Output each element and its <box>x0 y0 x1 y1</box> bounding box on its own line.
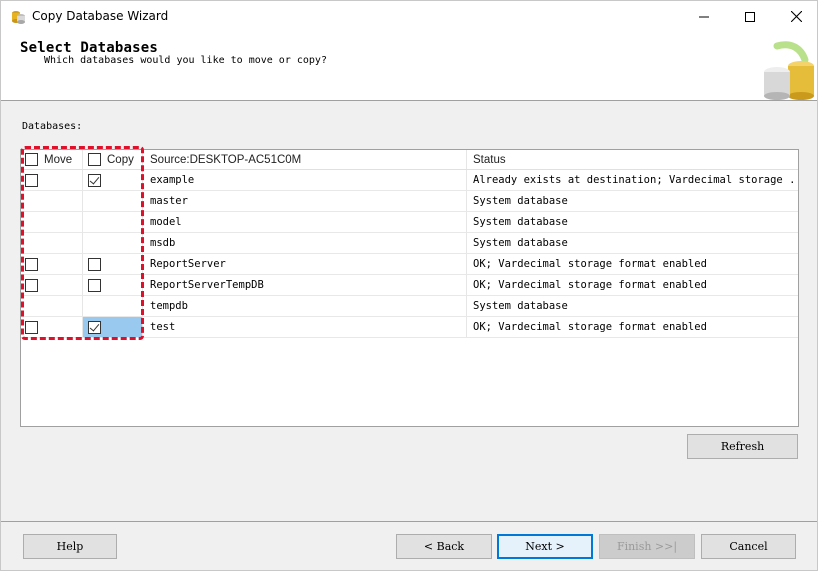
database-name-cell: example <box>143 170 467 190</box>
database-row[interactable]: msdb System database <box>21 233 798 254</box>
help-button[interactable]: Help <box>23 534 117 559</box>
page-subtitle: Which databases would you like to move o… <box>44 55 327 66</box>
copy-column-label: Copy <box>107 153 134 166</box>
database-row[interactable]: ReportServerTempDB OK; Vardecimal storag… <box>21 275 798 296</box>
database-name-cell: tempdb <box>143 296 467 316</box>
status-cell: System database <box>467 233 798 253</box>
move-checkbox[interactable] <box>25 257 38 271</box>
move-cell <box>21 212 83 232</box>
database-row[interactable]: ReportServer OK; Vardecimal storage form… <box>21 254 798 275</box>
copy-cell[interactable] <box>83 254 143 274</box>
maximize-icon <box>745 11 755 22</box>
copy-cell <box>83 212 143 232</box>
source-column-header[interactable]: Source:DESKTOP-AC51C0M <box>143 150 467 169</box>
next-button[interactable]: Next > <box>497 534 593 559</box>
minimize-icon <box>699 16 709 17</box>
copy-cell <box>83 233 143 253</box>
database-status: System database <box>473 237 568 249</box>
move-column-header[interactable]: Move <box>21 150 83 169</box>
database-row[interactable]: test OK; Vardecimal storage format enabl… <box>21 317 798 338</box>
copy-all-checkbox[interactable] <box>88 153 101 166</box>
database-name: master <box>150 195 188 207</box>
database-wizard-icon <box>12 11 25 24</box>
copy-cell <box>83 191 143 211</box>
move-cell[interactable] <box>21 170 83 190</box>
database-name: test <box>150 321 176 333</box>
back-button[interactable]: < Back <box>396 534 492 559</box>
database-status: OK; Vardecimal storage format enabled <box>473 258 707 270</box>
database-row[interactable]: example Already exists at destination; V… <box>21 170 798 191</box>
copy-column-header[interactable]: Copy <box>83 150 143 169</box>
copy-database-wizard-window: Copy Database Wizard Select Databases Wh… <box>0 0 818 571</box>
move-all-checkbox[interactable] <box>25 153 38 166</box>
grid-header-row: Move Copy Source:DESKTOP-AC51C0M Status <box>21 150 798 170</box>
maximize-button[interactable] <box>727 1 773 32</box>
refresh-button[interactable]: Refresh <box>687 434 798 459</box>
copy-checkbox[interactable] <box>88 173 101 187</box>
databases-label: Databases: <box>22 121 83 132</box>
database-name-cell: msdb <box>143 233 467 253</box>
database-name-cell: ReportServer <box>143 254 467 274</box>
move-column-label: Move <box>44 153 73 166</box>
move-checkbox[interactable] <box>25 320 38 334</box>
copy-cell[interactable] <box>83 317 143 337</box>
move-cell[interactable] <box>21 317 83 337</box>
status-cell: Already exists at destination; Vardecima… <box>467 170 798 190</box>
finish-button[interactable]: Finish >>| <box>599 534 695 559</box>
databases-grid[interactable]: Move Copy Source:DESKTOP-AC51C0M Status … <box>20 149 799 427</box>
database-status: OK; Vardecimal storage format enabled <box>473 279 707 291</box>
status-column-header[interactable]: Status <box>467 150 798 169</box>
close-button[interactable] <box>773 1 818 32</box>
cancel-button[interactable]: Cancel <box>701 534 796 559</box>
database-name: example <box>150 174 195 186</box>
database-name: tempdb <box>150 300 188 312</box>
database-status: System database <box>473 216 568 228</box>
database-name: model <box>150 216 182 228</box>
database-row[interactable]: master System database <box>21 191 798 212</box>
database-name-cell: master <box>143 191 467 211</box>
page-title: Select Databases <box>20 40 159 56</box>
database-name: ReportServerTempDB <box>150 279 264 291</box>
title-bar: Copy Database Wizard <box>1 1 817 32</box>
move-checkbox[interactable] <box>25 173 38 187</box>
copy-cell <box>83 296 143 316</box>
wizard-header: Select Databases Which databases would y… <box>1 32 817 101</box>
status-cell: OK; Vardecimal storage format enabled <box>467 317 798 337</box>
move-cell[interactable] <box>21 254 83 274</box>
database-name: ReportServer <box>150 258 226 270</box>
status-cell: OK; Vardecimal storage format enabled <box>467 275 798 295</box>
database-status: OK; Vardecimal storage format enabled <box>473 321 707 333</box>
database-name-cell: model <box>143 212 467 232</box>
database-row[interactable]: tempdb System database <box>21 296 798 317</box>
copy-cell[interactable] <box>83 170 143 190</box>
status-cell: System database <box>467 296 798 316</box>
copy-checkbox[interactable] <box>88 278 101 292</box>
move-checkbox[interactable] <box>25 278 38 292</box>
database-name-cell: ReportServerTempDB <box>143 275 467 295</box>
move-cell <box>21 296 83 316</box>
database-status: System database <box>473 195 568 207</box>
copy-checkbox[interactable] <box>88 320 101 334</box>
database-status: Already exists at destination; Vardecima… <box>473 174 795 186</box>
move-cell <box>21 233 83 253</box>
database-cylinders-art <box>757 38 817 100</box>
database-status: System database <box>473 300 568 312</box>
footer-divider <box>1 521 817 522</box>
status-cell: System database <box>467 212 798 232</box>
move-cell <box>21 191 83 211</box>
database-name: msdb <box>150 237 176 249</box>
status-cell: System database <box>467 191 798 211</box>
status-cell: OK; Vardecimal storage format enabled <box>467 254 798 274</box>
window-title: Copy Database Wizard <box>32 9 169 23</box>
database-name-cell: test <box>143 317 467 337</box>
close-icon <box>790 11 802 22</box>
database-row[interactable]: model System database <box>21 212 798 233</box>
copy-cell[interactable] <box>83 275 143 295</box>
minimize-button[interactable] <box>681 1 727 32</box>
copy-checkbox[interactable] <box>88 257 101 271</box>
move-cell[interactable] <box>21 275 83 295</box>
